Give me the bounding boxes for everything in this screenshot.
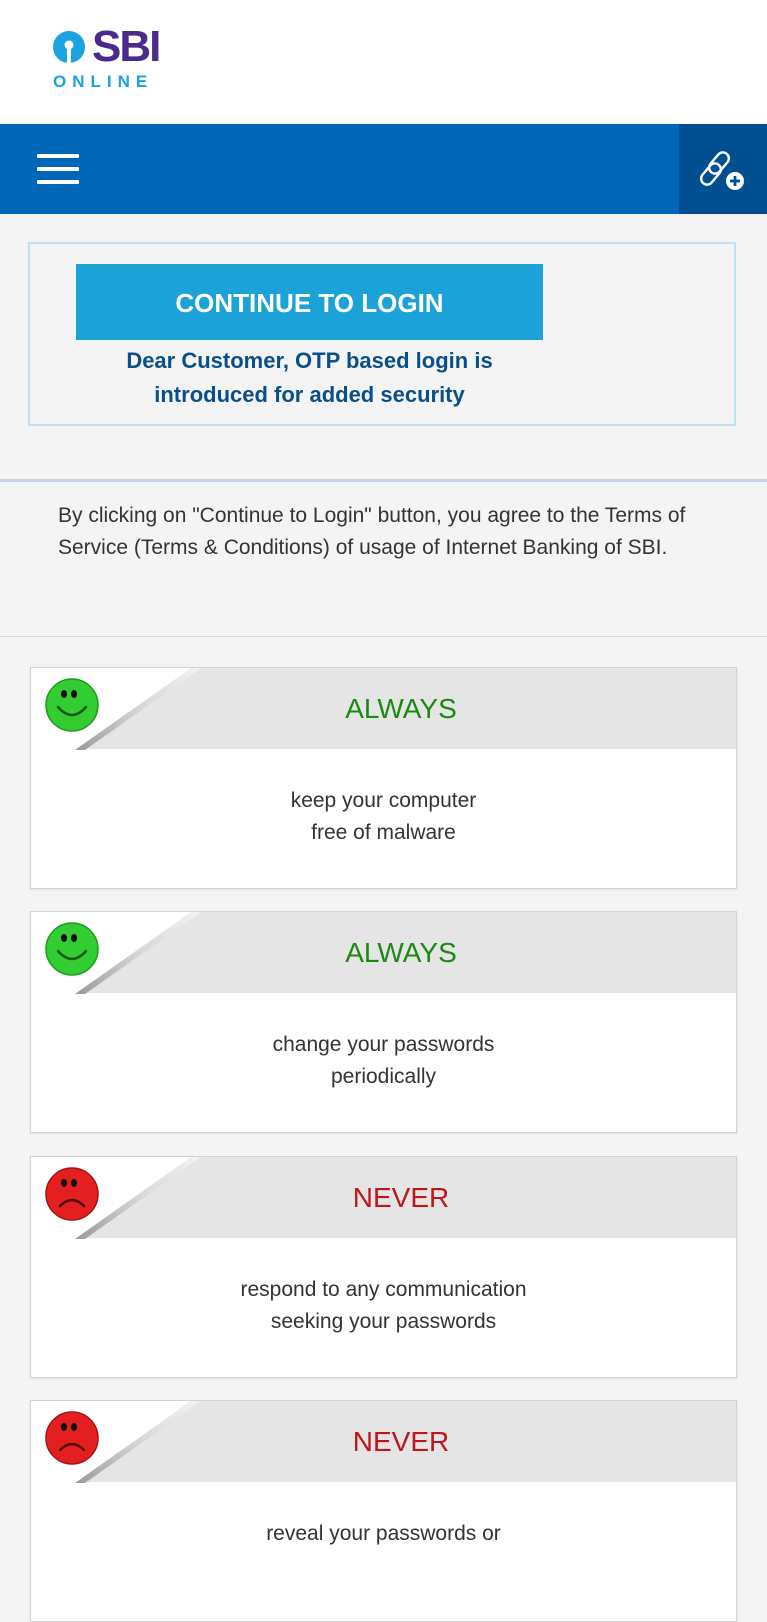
security-tip-card: NEVER respond to any communication seeki… [30,1156,737,1378]
tip-header: NEVER [31,1157,736,1239]
continue-to-login-button[interactable]: CONTINUE TO LOGIN [76,264,543,340]
logo-sbi-text: SBI [92,22,161,71]
tip-text-line-2: free of malware [311,821,456,844]
link-add-icon [699,151,744,190]
smiley-face-icon [45,922,99,976]
sad-face-icon [45,1411,99,1465]
tip-text: change your passwords periodically [31,1029,736,1093]
security-tip-card: ALWAYS keep your computer free of malwar… [30,667,737,889]
security-tip-card: NEVER reveal your passwords or [30,1400,737,1622]
tip-text: reveal your passwords or [31,1518,736,1550]
quick-links-button[interactable] [679,124,767,214]
sbi-keyhole-logo-icon [53,31,85,64]
tip-text-line-2: seeking your passwords [270,1310,497,1333]
sad-face-icon [45,1167,99,1221]
tip-text: keep your computer free of malware [31,785,736,849]
terms-of-service-text: By clicking on "Continue to Login" butto… [58,504,686,559]
security-tips-section: ALWAYS keep your computer free of malwar… [0,636,767,1622]
tip-text-line-1: reveal your passwords or [266,1522,501,1545]
security-tip-card: ALWAYS change your passwords periodicall… [30,911,737,1133]
otp-login-notice: Dear Customer, OTP based login is introd… [76,344,543,412]
tip-header: ALWAYS [31,912,736,994]
hamburger-menu-icon[interactable] [37,154,79,184]
tip-title: NEVER [352,1426,450,1457]
smiley-face-icon [45,678,99,732]
tip-title: ALWAYS [345,937,457,968]
top-navigation-bar [0,124,767,214]
tip-text-line-1: change your passwords [272,1033,495,1056]
logo-online-text: ONLINE [53,72,154,91]
login-panel: CONTINUE TO LOGIN Dear Customer, OTP bas… [28,242,736,426]
site-header: SBI ONLINE [0,0,767,124]
tip-header: NEVER [31,1401,736,1483]
otp-notice-line-2: introduced for added security [154,382,465,407]
tip-title: ALWAYS [345,693,457,724]
otp-notice-line-1: Dear Customer, OTP based login is [126,348,493,373]
tip-text: respond to any communication seeking you… [31,1274,736,1338]
tip-text-line-1: respond to any communication [240,1278,527,1301]
tip-text-line-1: keep your computer [290,789,477,812]
tip-text-line-2: periodically [330,1065,437,1088]
tip-title: NEVER [352,1182,450,1213]
section-divider [0,479,767,482]
tip-header: ALWAYS [31,668,736,750]
sbi-online-logo[interactable]: SBI ONLINE [52,22,170,94]
